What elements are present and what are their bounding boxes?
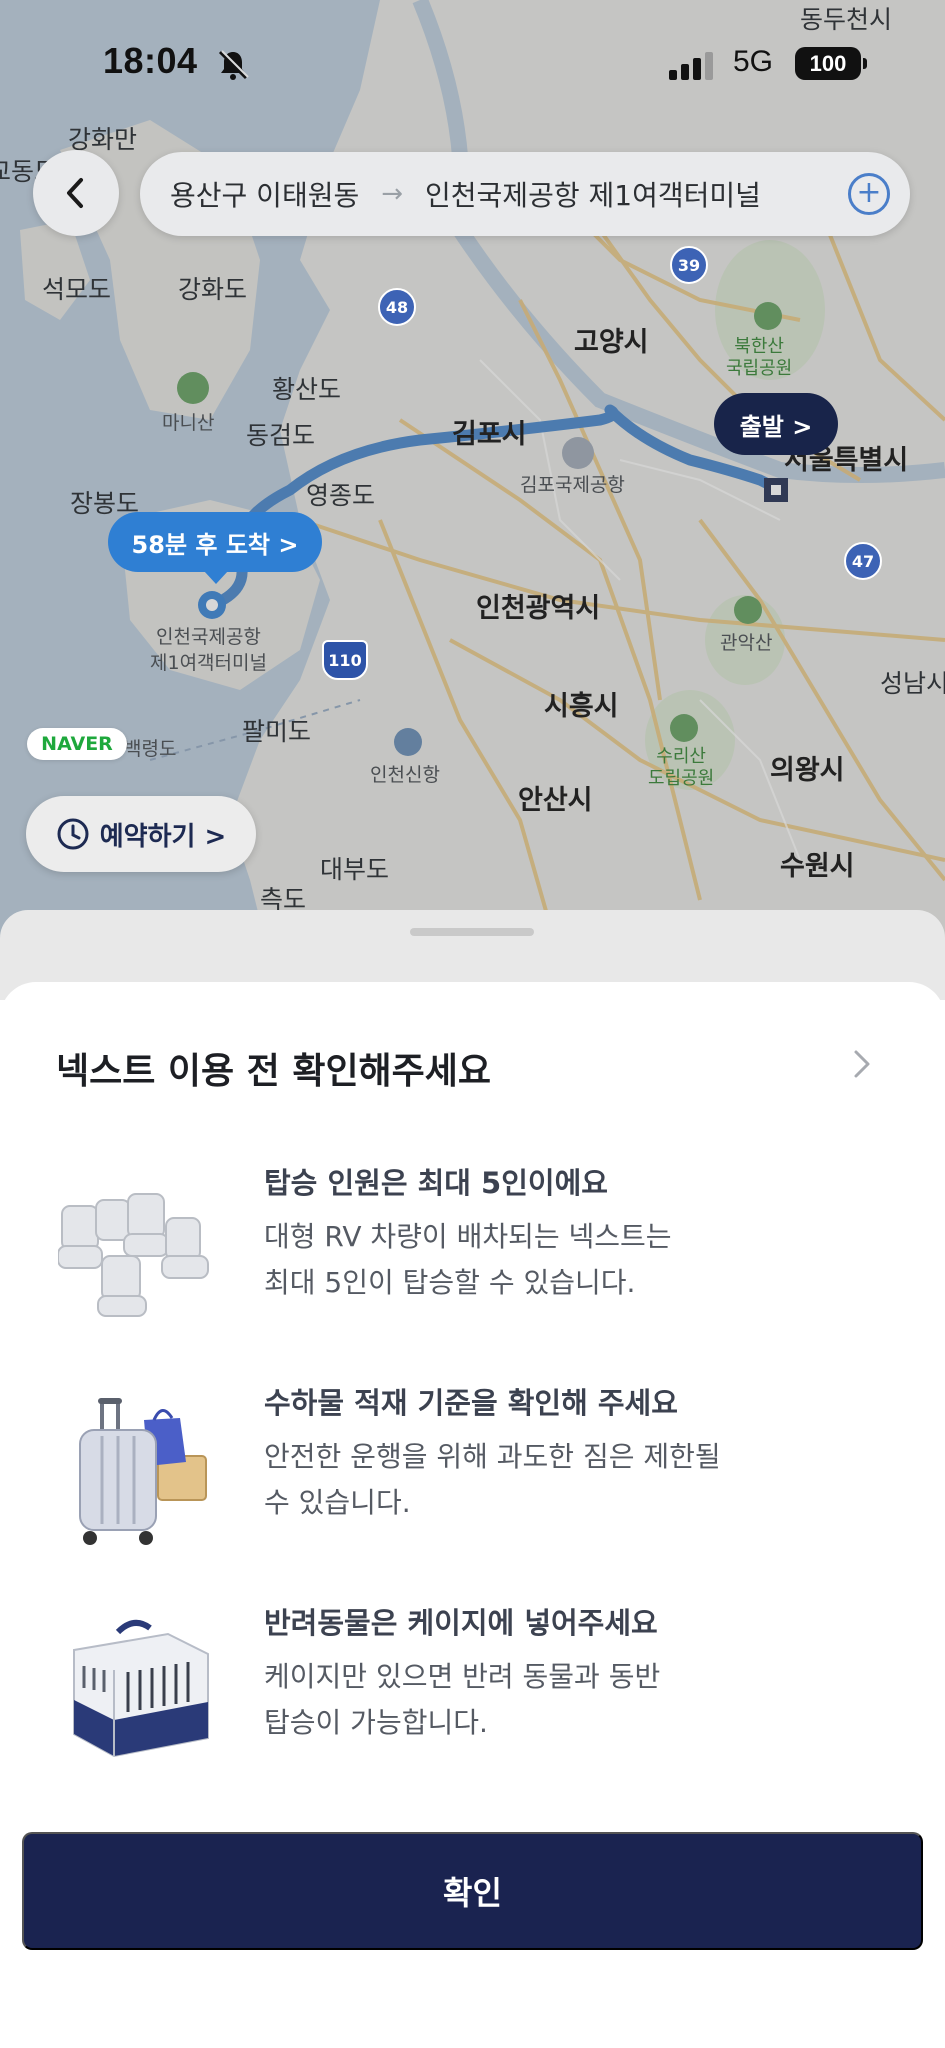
info-heading: 반려동물은 케이지에 넣어주세요 [264,1606,658,1640]
drag-handle[interactable] [410,928,534,936]
sheet-title: 넥스트 이용 전 확인해주세요 [56,1051,492,1092]
info-description: 대형 RV 차량이 배차되는 넥스트는 최대 5인이 탑승할 수 있습니다. [264,1214,824,1306]
car-seats-icon [58,1193,209,1317]
luggage-icon [79,1398,207,1545]
info-desc-line: 최대 5인이 탑승할 수 있습니다. [264,1266,636,1299]
place-label: 영종도 [306,481,376,510]
screen: 동두천시 강화만 교동도 석모도 강화도 황산도 마니산 동검도 김포시 고양시… [0,0,945,2048]
place-label: 인천광역시 [476,593,601,624]
battery-indicator: 100 [795,47,867,80]
bell-muted-icon [218,50,249,80]
info-desc-line: 수 있습니다. [264,1486,411,1519]
notice-bottom-sheet: 넥스트 이용 전 확인해주세요 탑승 인원은 최대 5인이에요 대형 RV 차량… [0,982,945,2048]
info-desc-line: 탑승이 가능합니다. [264,1706,488,1739]
place-label: 인천신항 [370,764,440,786]
clock-icon [57,818,89,850]
info-desc-line: 대형 RV 차량이 배차되는 넥스트는 [264,1220,672,1253]
place-label: 의왕시 [770,755,845,786]
place-label: 관악산 [720,632,773,654]
route-shield: 39 [670,246,708,284]
place-label: 성남시 [880,669,945,698]
route-shield: 48 [378,288,416,326]
highway-shield: 110 [322,640,368,680]
confirm-button[interactable]: 확인 [22,1832,923,1950]
place-label: 동두천시 [800,5,893,34]
signal-icon [669,52,713,80]
place-label: 시흥시 [544,691,619,722]
network-type: 5G [733,45,774,78]
info-heading: 탑승 인원은 최대 5인이에요 [264,1166,608,1200]
route-shield: 47 [844,542,882,580]
reserve-button[interactable]: 예약하기 > [26,796,256,872]
place-label: 수원시 [780,851,855,882]
info-description: 케이지만 있으면 반려 동물과 동반 탑승이 가능합니다. [264,1654,824,1746]
place-label: 김포국제공항 [520,474,625,496]
place-label: 김포시 [452,419,527,450]
info-desc-line: 안전한 운행을 위해 과도한 짐은 제한될 [264,1440,721,1473]
route-arrow-icon: → [381,179,404,209]
info-item-pets: 반려동물은 케이지에 넣어주세요 케이지만 있으면 반려 동물과 동반 탑승이 … [0,1600,945,1790]
status-time: 18:04 [103,40,198,81]
chevron-left-icon [67,178,83,208]
place-label: 안산시 [518,785,593,816]
naver-logo: NAVER [27,728,127,760]
reserve-label: 예약하기 > [99,821,227,852]
place-label: 고양시 [574,327,649,358]
place-label: 마니산 [162,412,215,434]
place-label: 강화도 [178,275,248,304]
info-desc-line: 케이지만 있으면 반려 동물과 동반 [264,1660,661,1693]
place-label: 백령도 [124,738,177,760]
place-label: 황산도 [272,375,342,404]
arrival-eta-marker[interactable]: 58분 후 도착 > [108,512,322,584]
info-item-passengers: 탑승 인원은 최대 5인이에요 대형 RV 차량이 배차되는 넥스트는 최대 5… [0,1160,945,1350]
route-origin[interactable]: 용산구 이태원동 [170,174,359,214]
place-label: 북한산 국립공원 [726,336,793,379]
place-label: 대부도 [320,855,390,884]
map-view[interactable]: 동두천시 강화만 교동도 석모도 강화도 황산도 마니산 동검도 김포시 고양시… [0,0,945,1000]
info-item-luggage: 수하물 적재 기준을 확인해 주세요 안전한 운행을 위해 과도한 짐은 제한될… [0,1380,945,1570]
place-label: 인천국제공항 제1여객터미널 [150,626,267,674]
route-destination[interactable]: 인천국제공항 제1여객터미널 [425,174,761,214]
info-description: 안전한 운행을 위해 과도한 짐은 제한될 수 있습니다. [264,1434,824,1526]
back-button[interactable] [33,150,119,236]
add-stop-icon[interactable]: + [848,173,890,215]
route-summary-bar[interactable]: 용산구 이태원동 → 인천국제공항 제1여객터미널 + [140,152,910,236]
chevron-right-icon[interactable] [848,1044,876,1084]
info-heading: 수하물 적재 기준을 확인해 주세요 [264,1386,678,1420]
place-label: 수리산 도립공원 [648,746,715,789]
pet-carrier-icon [73,1619,209,1758]
place-label: 팔미도 [242,717,312,746]
place-label: 석모도 [42,275,112,304]
departure-marker[interactable]: 출발 > [714,393,838,455]
place-label: 동검도 [246,421,316,450]
